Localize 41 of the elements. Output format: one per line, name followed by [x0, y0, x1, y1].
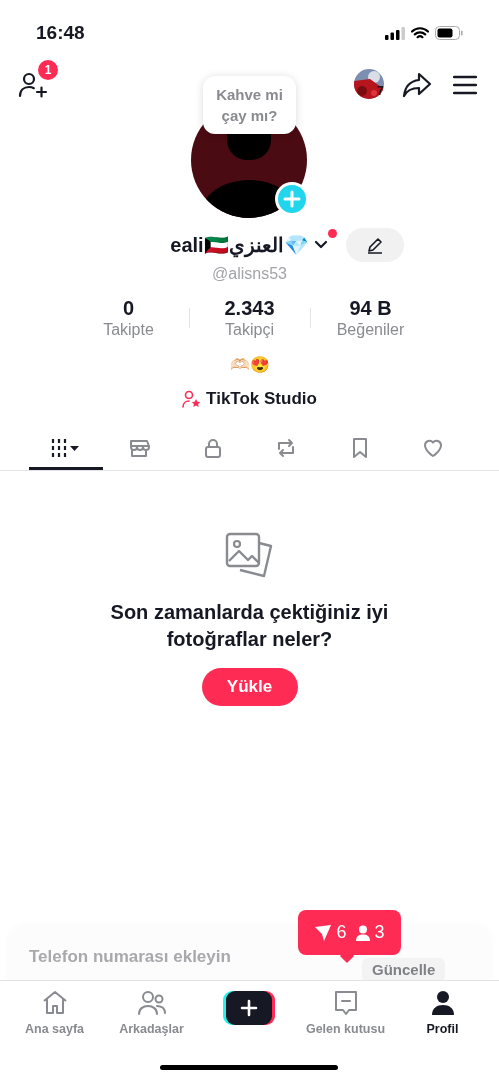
nav-tab[interactable]: Ana sayfa	[6, 989, 103, 1039]
plus-icon	[239, 999, 258, 1017]
stat-label: Takipçi	[225, 320, 274, 340]
status-time: 16:48	[36, 20, 85, 45]
battery-icon	[435, 26, 463, 40]
upload-button[interactable]: Yükle	[201, 667, 298, 706]
nav-tab[interactable]: Arkadaşlar	[103, 989, 200, 1039]
person-star-icon	[182, 389, 203, 408]
menu-icon[interactable]	[453, 75, 477, 95]
nav-tab[interactable]: Gelen kutusu	[297, 989, 394, 1039]
create-button[interactable]	[222, 991, 275, 1025]
grid-icon	[49, 436, 82, 460]
signal-icon	[385, 26, 405, 40]
people-icon	[137, 989, 166, 1017]
pencil-icon	[366, 236, 384, 254]
message-count: 6	[336, 921, 347, 944]
profile-name: eali🇰🇼العنزي💎	[170, 233, 309, 260]
nav-tab[interactable]: Profil	[394, 989, 491, 1039]
empty-message: Son zamanlarda çektiğiniz iyi fotoğraflar neler?	[109, 599, 390, 652]
stat-value: 2.343	[224, 296, 275, 320]
share-icon[interactable]	[402, 72, 432, 98]
wifi-icon	[411, 26, 429, 40]
send-icon	[314, 923, 333, 942]
note-text: Kahve mi çay mı?	[215, 85, 284, 126]
follower-count: 3	[374, 921, 385, 944]
profile-handle: @alisns53	[212, 264, 287, 284]
stat-value: 94 B	[349, 296, 392, 320]
stat-value: 0	[122, 296, 135, 320]
update-button[interactable]: Güncelle	[362, 958, 446, 982]
stat-label: Beğeniler	[336, 320, 405, 340]
notification-badge: 1	[38, 60, 58, 80]
story-count: 7	[377, 85, 384, 97]
person-icon	[354, 924, 371, 941]
edit-button[interactable]	[346, 228, 404, 262]
stat-label: Takipte	[103, 320, 154, 340]
profile-bio: 🫶🏻😍	[229, 355, 270, 375]
studio-link[interactable]: TikTok Studio	[182, 386, 317, 412]
note-tooltip[interactable]: Kahve mi çay mı?	[203, 76, 296, 134]
inbox-popup[interactable]: 6 3	[298, 910, 401, 955]
card-title: Telefon numarası ekleyin	[29, 946, 231, 968]
chevron-down-icon[interactable]	[312, 239, 329, 251]
